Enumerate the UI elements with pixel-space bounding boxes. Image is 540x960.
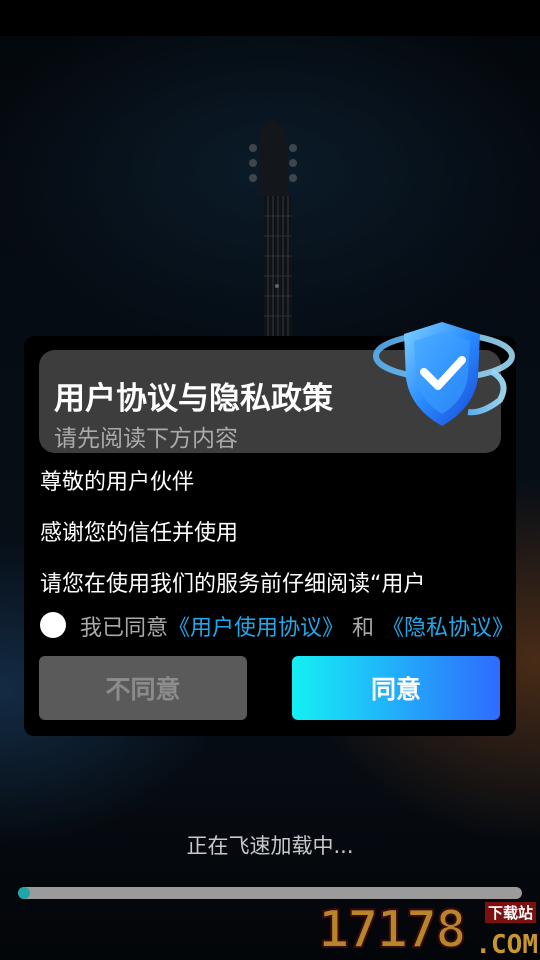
watermark-logo: 17178 下载站 .COM	[317, 899, 540, 960]
policy-dialog: 用户协议与隐私政策 请先阅读下方内容 尊敬的用户伙伴 感谢您的信任并使用 请您在…	[24, 322, 516, 736]
watermark-subtitle: 下载站	[484, 902, 536, 923]
dialog-paragraph: 请您在使用我们的服务前仔细阅读“用户	[40, 572, 426, 597]
watermark-number: 17178	[317, 899, 468, 960]
agree-and: 和	[352, 616, 375, 641]
dialog-paragraph: 尊敬的用户伙伴	[40, 470, 195, 495]
progress-fill	[18, 887, 30, 899]
agree-button[interactable]: 同意	[292, 656, 500, 720]
disagree-button[interactable]: 不同意	[39, 656, 247, 720]
agreement-text: 我已同意《用户使用协议》和《隐私协议》	[80, 610, 514, 642]
dialog-subtitle: 请先阅读下方内容	[54, 426, 238, 452]
watermark-domain: .COM	[475, 930, 538, 960]
shield-check-icon	[373, 322, 515, 426]
progress-bar	[18, 887, 522, 899]
loading-text: 正在飞速加载中...	[186, 834, 354, 858]
user-agreement-link[interactable]: 《用户使用协议》	[168, 616, 344, 641]
dialog-paragraph: 感谢您的信任并使用	[40, 521, 239, 546]
dialog-title: 用户协议与隐私政策	[54, 381, 333, 417]
agree-prefix: 我已同意	[80, 616, 169, 641]
agree-radio[interactable]	[40, 612, 66, 638]
privacy-policy-link[interactable]: 《隐私协议》	[382, 616, 514, 641]
